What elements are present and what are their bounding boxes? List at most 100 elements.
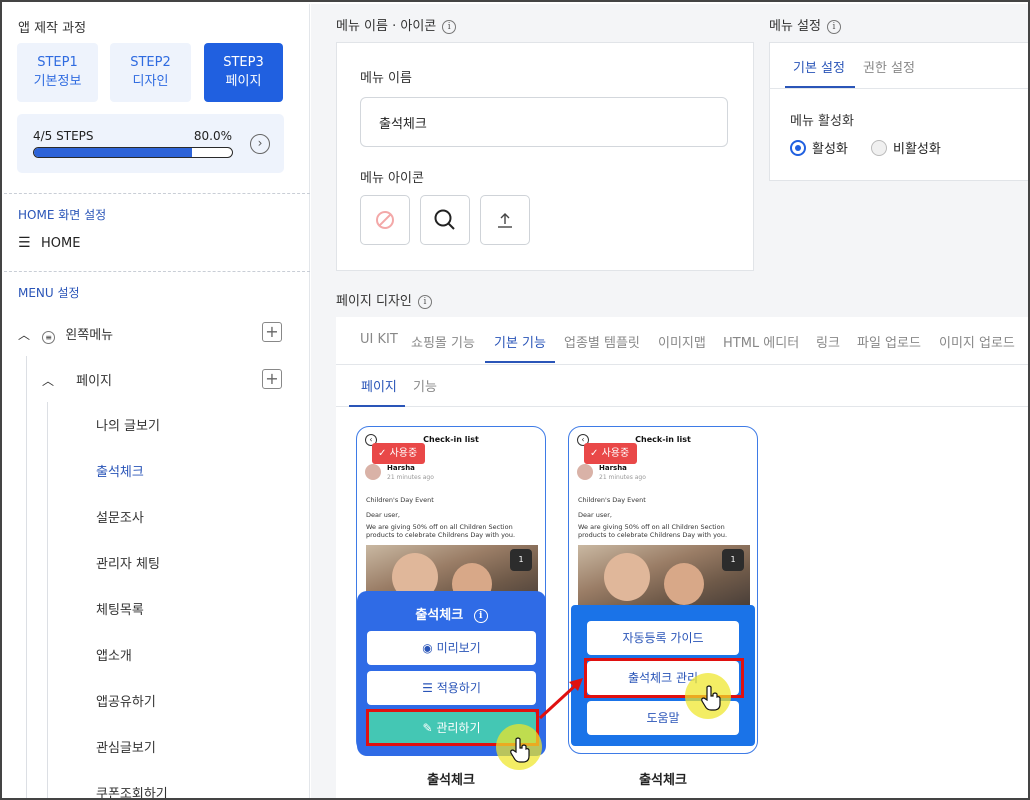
post-greeting: Dear user, (366, 511, 400, 519)
tree-line (26, 356, 27, 798)
post-author: Harsha (387, 464, 415, 472)
apply-button[interactable]: ☰ 적용하기 (367, 671, 536, 705)
menu-activation-label: 메뉴 활성화 (790, 114, 854, 129)
menu-name-input[interactable] (360, 97, 728, 147)
sidebar-leaf-my-posts[interactable]: 나의 글보기 (96, 415, 160, 434)
tree-line (47, 402, 48, 798)
sidebar: 앱 제작 과정 STEP1 기본정보 STEP2 디자인 STEP3 페이지 4… (4, 4, 310, 798)
menu-section-label: MENU 설정 (18, 286, 80, 300)
subtab-function[interactable]: 기능 (413, 376, 437, 395)
overlay-title: 출석체크 i (357, 604, 546, 623)
in-use-badge: ✓ 사용중 (372, 443, 426, 464)
info-icon[interactable]: i (826, 20, 841, 34)
search-icon (434, 209, 455, 230)
eye-icon: ◉ (422, 641, 437, 655)
template-caption-1: 출석체크 (427, 773, 475, 788)
step-3-button[interactable]: STEP3 페이지 (204, 43, 283, 102)
radio-dot (871, 139, 887, 156)
sidebar-leaf-admin-chat[interactable]: 관리자 체팅 (96, 553, 160, 572)
tab-file-upload[interactable]: 파일 업로드 (857, 332, 921, 351)
progress-bar-fill (34, 148, 193, 157)
add-menu-button[interactable]: + (262, 322, 282, 342)
menu-settings-section-title: 메뉴 설정 i (769, 15, 841, 34)
subtab-page[interactable]: 페이지 (361, 376, 397, 395)
step-1-button[interactable]: STEP1 기본정보 (17, 43, 98, 102)
tree-item-left-menu[interactable]: ︿ ≡ 왼쪽메뉴 (18, 324, 113, 344)
no-icon-button[interactable] (360, 195, 410, 245)
info-icon[interactable]: i (473, 609, 488, 623)
post-time: 21 minutes ago (387, 474, 434, 481)
menu-icon-label: 메뉴 아이콘 (360, 171, 424, 186)
info-icon[interactable]: i (442, 20, 457, 34)
tab-shopping[interactable]: 쇼핑몰 기능 (411, 332, 475, 351)
sidebar-leaf-coupons[interactable]: 쿠폰조회하기 (96, 783, 168, 798)
hand-cursor-icon (701, 685, 721, 711)
app-window: 앱 제작 과정 STEP1 기본정보 STEP2 디자인 STEP3 페이지 4… (0, 0, 1030, 800)
tab-industry-templates[interactable]: 업종별 템플릿 (564, 332, 640, 351)
hamburger-icon: ☰ (18, 235, 31, 251)
home-menu-item[interactable]: ☰ HOME (18, 235, 80, 251)
sidebar-title: 앱 제작 과정 (18, 21, 87, 36)
tab-html-editor[interactable]: HTML 에디터 (723, 332, 799, 351)
divider (4, 271, 310, 272)
progress-card: 4/5 STEPS 80.0% › (17, 114, 284, 173)
menu-name-section-title: 메뉴 이름 · 아이콘 i (336, 15, 457, 34)
chevron-up-icon: ︿ (18, 328, 31, 342)
sidebar-leaf-favorites[interactable]: 관심글보기 (96, 737, 156, 756)
template-caption-2: 출석체크 (639, 773, 687, 788)
list-check-icon: ☰ (422, 681, 437, 695)
menu-name-label: 메뉴 이름 (360, 71, 412, 86)
post-photo: 1 (578, 545, 750, 605)
photo-shape (604, 553, 650, 601)
sidebar-leaf-survey[interactable]: 설문조사 (96, 507, 144, 526)
home-section-label: HOME 화면 설정 (18, 208, 107, 222)
avatar (577, 464, 593, 480)
tab-image-upload[interactable]: 이미지 업로드 (939, 332, 1015, 351)
tab-basic-features[interactable]: 기본 기능 (494, 332, 546, 351)
avatar (365, 464, 381, 480)
sidebar-leaf-app-intro[interactable]: 앱소개 (96, 645, 132, 664)
tab-ui-kit[interactable]: UI KIT (360, 332, 398, 347)
progress-bar (33, 147, 233, 158)
tab-permission-settings[interactable]: 권한 설정 (863, 57, 915, 76)
upload-icon (498, 213, 512, 228)
arrow-icon (538, 678, 583, 720)
post-greeting: Dear user, (578, 511, 612, 519)
add-page-button[interactable]: + (262, 369, 282, 389)
tab-basic-settings[interactable]: 기본 설정 (793, 57, 845, 76)
upload-icon-button[interactable] (480, 195, 530, 245)
tree-item-page[interactable]: ︿ 페이지 (42, 370, 112, 389)
in-use-badge: ✓ 사용중 (584, 443, 638, 464)
search-icon-button[interactable] (420, 195, 470, 245)
post-title: Children's Day Event (366, 496, 434, 504)
divider (4, 193, 310, 194)
info-icon[interactable]: i (417, 295, 432, 309)
sidebar-leaf-chat-list[interactable]: 체팅목록 (96, 599, 144, 618)
page-design-section-title: 페이지 디자인 i (336, 290, 432, 309)
tab-image-map[interactable]: 이미지맵 (658, 332, 706, 351)
sidebar-leaf-checkin[interactable]: 출석체크 (96, 461, 144, 480)
list-circle-icon: ≡ (42, 331, 56, 344)
tab-underline (485, 361, 555, 363)
step-2-button[interactable]: STEP2 디자인 (110, 43, 191, 102)
radio-activate[interactable]: 활성화 (790, 138, 848, 157)
photo-shape (664, 563, 704, 605)
sidebar-leaf-app-share[interactable]: 앱공유하기 (96, 691, 156, 710)
chevron-right-circle-icon[interactable]: › (250, 134, 270, 154)
hand-cursor-icon (510, 737, 530, 763)
post-author: Harsha (599, 464, 627, 472)
divider (769, 88, 1028, 89)
design-subtabs (336, 365, 1028, 407)
radio-dot (790, 139, 806, 156)
progress-label: 4/5 STEPS (33, 129, 94, 143)
post-time: 21 minutes ago (599, 474, 646, 481)
photo-count: 1 (510, 549, 532, 571)
preview-button[interactable]: ◉ 미리보기 (367, 631, 536, 665)
post-body: We are giving 50% off on all Children Se… (366, 523, 516, 539)
tab-link[interactable]: 링크 (816, 332, 840, 351)
auto-register-guide-button[interactable]: 자동등록 가이드 (587, 621, 739, 655)
chevron-up-icon: ︿ (42, 374, 55, 388)
radio-deactivate[interactable]: 비활성화 (871, 138, 941, 157)
photo-count: 1 (722, 549, 744, 571)
post-body: We are giving 50% off on all Children Se… (578, 523, 728, 539)
